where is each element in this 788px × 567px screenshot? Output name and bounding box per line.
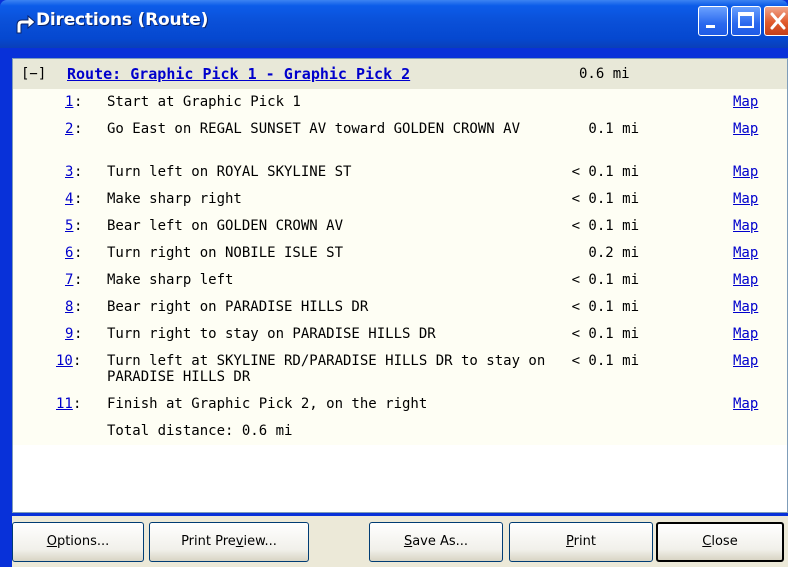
direction-step: 2: Go East on REGAL SUNSET AV toward GOLD… xyxy=(13,116,787,159)
step-number-link[interactable]: 5 xyxy=(65,218,73,234)
save-as-button-label: ave As... xyxy=(412,534,469,549)
route-title-link[interactable]: Route: Graphic Pick 1 - Graphic Pick 2 xyxy=(67,65,410,83)
step-distance: < 0.1 mi xyxy=(571,272,639,288)
step-number-separator: : xyxy=(73,396,82,412)
close-button-mnemonic: C xyxy=(702,534,712,549)
direction-step: 4: Make sharp right < 0.1 mi Map xyxy=(13,186,787,213)
route-header: [−] Route: Graphic Pick 1 - Graphic Pick… xyxy=(13,59,787,89)
step-number-separator: : xyxy=(74,94,83,110)
step-map-link[interactable]: Map xyxy=(733,299,758,315)
step-instruction: Turn right on NOBILE ISLE ST xyxy=(107,245,344,261)
direction-step: 1: Start at Graphic Pick 1 Map xyxy=(13,89,787,116)
direction-step: 9: Turn right to stay on PARADISE HILLS D… xyxy=(13,321,787,348)
options-button-label: ptions... xyxy=(56,534,110,549)
print-preview-button-label-end: iew... xyxy=(243,534,277,549)
step-number-link[interactable]: 8 xyxy=(65,299,73,315)
step-distance: < 0.1 mi xyxy=(571,191,639,207)
step-number-separator: : xyxy=(74,326,83,342)
step-distance: < 0.1 mi xyxy=(571,164,639,180)
step-number-separator: : xyxy=(73,353,82,369)
step-distance: 0.1 mi xyxy=(588,121,639,137)
step-map-link[interactable]: Map xyxy=(733,121,758,137)
step-number-link[interactable]: 4 xyxy=(65,191,73,207)
directions-window: Directions (Route) [−] Route: Graphic Pi… xyxy=(0,0,788,567)
step-distance: < 0.1 mi xyxy=(571,299,639,315)
step-number-link[interactable]: 9 xyxy=(65,326,73,342)
direction-step: 8: Bear right on PARADISE HILLS DR < 0.1 m… xyxy=(13,294,787,321)
direction-step: 6: Turn right on NOBILE ISLE ST 0.2 mi Map xyxy=(13,240,787,267)
print-button-mnemonic: P xyxy=(566,534,574,549)
direction-step: 11: Finish at Graphic Pick 2, on the righ… xyxy=(13,391,787,418)
step-map-link[interactable]: Map xyxy=(733,245,758,261)
close-button-label: lose xyxy=(711,534,738,549)
step-map-link[interactable]: Map xyxy=(733,272,758,288)
close-window-button[interactable] xyxy=(764,6,788,36)
step-map-link[interactable]: Map xyxy=(733,218,758,234)
step-instruction: Turn left at SKYLINE RD/PARADISE HILLS D… xyxy=(107,353,546,385)
step-instruction: Turn right to stay on PARADISE HILLS DR xyxy=(107,326,436,342)
direction-step: 5: Bear left on GOLDEN CROWN AV < 0.1 mi Ma… xyxy=(13,213,787,240)
step-number-link[interactable]: 1 xyxy=(65,94,73,110)
maximize-button[interactable] xyxy=(731,6,761,36)
options-button-mnemonic: O xyxy=(46,534,57,549)
total-distance: Total distance: 0.6 mi xyxy=(107,423,293,439)
save-as-button-mnemonic: S xyxy=(403,534,413,549)
step-number-link[interactable]: 11 xyxy=(56,396,73,412)
minimize-button[interactable] xyxy=(698,6,728,36)
title-bar[interactable]: Directions (Route) xyxy=(0,0,788,48)
step-distance: < 0.1 mi xyxy=(571,326,639,342)
step-map-link[interactable]: Map xyxy=(733,191,758,207)
print-preview-button[interactable]: Print Preview... xyxy=(149,522,309,562)
step-number-separator: : xyxy=(74,121,83,137)
direction-step: 10: Turn left at SKYLINE RD/PARADISE HILL… xyxy=(13,348,787,391)
step-map-link[interactable]: Map xyxy=(733,326,758,342)
step-number-separator: : xyxy=(74,164,83,180)
step-instruction: Make sharp right xyxy=(107,191,242,207)
print-preview-button-label-start: Print Pre xyxy=(181,534,236,549)
button-bar: Options... Print Preview... Save As... P… xyxy=(12,516,788,567)
print-button[interactable]: Print xyxy=(509,522,653,562)
save-as-button[interactable]: Save As... xyxy=(369,522,503,562)
step-instruction: Bear left on GOLDEN CROWN AV xyxy=(107,218,344,234)
total-distance-row: Total distance: 0.6 mi xyxy=(13,418,787,445)
step-instruction: Bear right on PARADISE HILLS DR xyxy=(107,299,369,315)
step-number-separator: : xyxy=(74,245,83,261)
options-button[interactable]: Options... xyxy=(12,522,144,562)
route-distance: 0.6 mi xyxy=(579,66,630,82)
step-map-link[interactable]: Map xyxy=(733,396,758,412)
step-distance: 0.2 mi xyxy=(588,245,639,261)
collapse-toggle[interactable]: [−] xyxy=(21,66,46,82)
step-number-separator: : xyxy=(74,272,83,288)
step-number-separator: : xyxy=(74,191,83,207)
step-number-link[interactable]: 6 xyxy=(65,245,73,261)
window-title: Directions (Route) xyxy=(36,10,209,30)
step-instruction: Turn left on ROYAL SKYLINE ST xyxy=(107,164,352,180)
step-distance: < 0.1 mi xyxy=(571,353,639,369)
minimize-icon xyxy=(706,25,715,28)
close-button[interactable]: Close xyxy=(656,522,784,562)
step-instruction: Finish at Graphic Pick 2, on the right xyxy=(107,396,428,412)
direction-step: 7: Make sharp left < 0.1 mi Map xyxy=(13,267,787,294)
step-number-link[interactable]: 3 xyxy=(65,164,73,180)
step-instruction: Make sharp left xyxy=(107,272,234,288)
step-number-separator: : xyxy=(74,218,83,234)
direction-step: 3: Turn left on ROYAL SKYLINE ST < 0.1 mi M… xyxy=(13,159,787,186)
maximize-icon xyxy=(738,12,754,28)
step-instruction: Go East on REGAL SUNSET AV toward GOLDEN… xyxy=(107,121,521,137)
step-map-link[interactable]: Map xyxy=(733,164,758,180)
steps-list: 1: Start at Graphic Pick 1 Map 2: Go East on… xyxy=(13,89,787,445)
step-map-link[interactable]: Map xyxy=(733,353,758,369)
print-button-label: rint xyxy=(573,534,596,549)
step-number-link[interactable]: 10 xyxy=(56,353,73,369)
step-number-link[interactable]: 2 xyxy=(65,121,73,137)
step-number-link[interactable]: 7 xyxy=(65,272,73,288)
step-instruction: Start at Graphic Pick 1 xyxy=(107,94,301,110)
close-icon xyxy=(770,12,786,30)
step-number-separator: : xyxy=(74,299,83,315)
directions-list[interactable]: [−] Route: Graphic Pick 1 - Graphic Pick… xyxy=(12,58,788,513)
step-map-link[interactable]: Map xyxy=(733,94,758,110)
step-distance: < 0.1 mi xyxy=(571,218,639,234)
